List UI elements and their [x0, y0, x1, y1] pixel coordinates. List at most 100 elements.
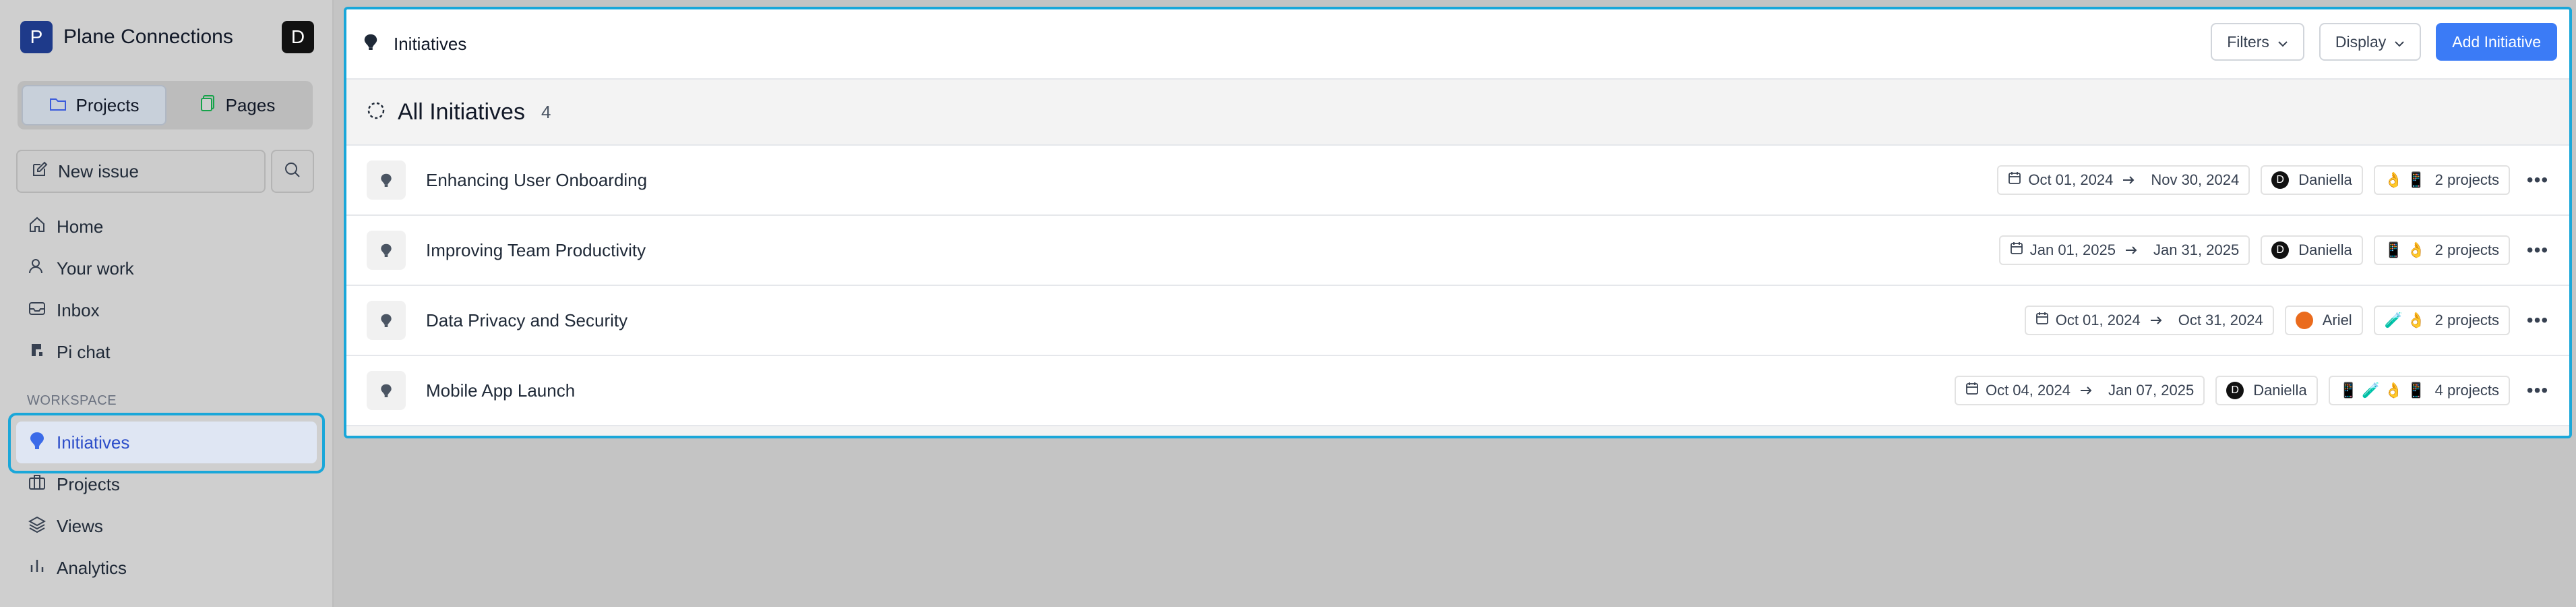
sidebar-item-views[interactable]: Views: [16, 505, 317, 547]
more-options-icon[interactable]: •••: [2521, 376, 2554, 405]
project-emojis: 📱 🧪 👌 📱: [2339, 382, 2426, 399]
more-options-icon[interactable]: •••: [2521, 235, 2554, 265]
search-button[interactable]: [271, 150, 314, 193]
folder-icon: [49, 95, 76, 116]
sidebar-item-label: Your work: [57, 258, 134, 279]
display-label: Display: [2335, 32, 2387, 51]
page-title: Initiatives: [394, 33, 467, 54]
end-date: Oct 31, 2024: [2178, 312, 2263, 328]
start-date: Oct 01, 2024: [2028, 171, 2114, 188]
row-properties: Oct 01, 2024 Nov 30, 2024 D Daniella 👌 📱…: [1997, 165, 2554, 195]
page-header: Initiatives Filters Display Add Initiati…: [346, 9, 2569, 80]
sidebar-item-label: Initiatives: [57, 432, 130, 453]
inbox-icon: [28, 299, 57, 322]
sidebar-item-pi-chat[interactable]: Pi chat: [16, 331, 317, 373]
chart-icon: [28, 557, 57, 579]
initiative-row[interactable]: Improving Team Productivity Jan 01, 2025…: [346, 216, 2569, 286]
avatar: D: [2271, 241, 2290, 259]
display-button[interactable]: Display: [2319, 23, 2422, 61]
tab-projects-label: Projects: [75, 94, 140, 115]
start-date: Jan 01, 2025: [2029, 241, 2116, 258]
project-emojis: 🧪 👌: [2384, 312, 2426, 328]
workspace-header[interactable]: P Plane Connections D: [20, 20, 314, 54]
sidebar-item-label: Analytics: [57, 557, 127, 578]
more-options-icon[interactable]: •••: [2521, 306, 2554, 335]
initiative-icon: [367, 161, 406, 200]
add-initiative-button[interactable]: Add Initiative: [2436, 23, 2557, 61]
breadcrumb: Initiatives: [363, 32, 466, 56]
start-date: Oct 04, 2024: [1985, 382, 2071, 399]
date-range[interactable]: Oct 01, 2024 Nov 30, 2024: [1997, 165, 2250, 195]
header-actions: Filters Display Add Initiative: [2211, 23, 2557, 61]
user-avatar[interactable]: D: [282, 21, 314, 53]
dashed-circle-icon: [367, 101, 386, 123]
initiative-icon: [367, 301, 406, 340]
lead-chip[interactable]: D Daniella: [2261, 235, 2363, 265]
date-range[interactable]: Oct 01, 2024 Oct 31, 2024: [2024, 306, 2274, 335]
filters-button[interactable]: Filters: [2211, 23, 2304, 61]
arrow-right-icon: [2122, 171, 2141, 189]
sidebar-item-initiatives[interactable]: Initiatives: [16, 422, 317, 463]
lead-chip[interactable]: Ariel: [2284, 306, 2363, 335]
date-range[interactable]: Jan 01, 2025 Jan 31, 2025: [1998, 235, 2250, 265]
projects-chip[interactable]: 👌 📱 2 projects: [2373, 165, 2510, 195]
initiative-name[interactable]: Improving Team Productivity: [426, 240, 646, 261]
lead-name: Ariel: [2322, 312, 2352, 328]
pages-icon: [200, 94, 226, 117]
workspace-logo: P: [20, 21, 53, 53]
group-count: 4: [541, 101, 551, 122]
sidebar-item-your-work[interactable]: Your work: [16, 248, 317, 289]
initiative-row[interactable]: Mobile App Launch Oct 04, 2024 Jan 07, 2…: [346, 356, 2569, 426]
sidebar-item-home[interactable]: Home: [16, 206, 317, 248]
search-icon: [284, 161, 301, 182]
date-range[interactable]: Oct 04, 2024 Jan 07, 2025: [1954, 376, 2205, 405]
primary-nav: Home Your work Inbox Pi chat: [16, 206, 317, 373]
edit-icon: [31, 161, 58, 183]
sidebar-item-inbox[interactable]: Inbox: [16, 289, 317, 331]
more-options-icon[interactable]: •••: [2521, 165, 2554, 195]
projects-chip[interactable]: 🧪 👌 2 projects: [2373, 306, 2510, 335]
workspace-section-label: WORKSPACE: [27, 393, 117, 408]
sidebar-item-label: Views: [57, 515, 103, 536]
sidebar: P Plane Connections D Projects Pages New…: [0, 0, 334, 607]
lead-name: Daniella: [2298, 241, 2352, 258]
calendar-icon: [2010, 241, 2030, 259]
user-icon: [28, 258, 57, 280]
workspace-name[interactable]: Plane Connections: [63, 26, 282, 49]
arrow-right-icon: [2125, 241, 2144, 259]
projects-chip[interactable]: 📱 🧪 👌 📱 4 projects: [2328, 376, 2510, 405]
group-title: All Initiatives: [398, 98, 525, 125]
projects-count: 2 projects: [2434, 241, 2499, 258]
lead-chip[interactable]: D Daniella: [2215, 376, 2318, 405]
lead-chip[interactable]: D Daniella: [2261, 165, 2363, 195]
initiative-row[interactable]: Enhancing User Onboarding Oct 01, 2024 N…: [346, 146, 2569, 216]
new-issue-button[interactable]: New issue: [16, 150, 266, 193]
new-issue-label: New issue: [58, 161, 139, 181]
initiative-name[interactable]: Enhancing User Onboarding: [426, 170, 647, 191]
sidebar-item-label: Inbox: [57, 299, 100, 320]
filters-label: Filters: [2227, 32, 2269, 51]
tab-pages[interactable]: Pages: [166, 85, 309, 125]
sidebar-tabs: Projects Pages: [18, 81, 313, 129]
chevron-down-icon: [2269, 33, 2288, 51]
initiative-icon: [367, 231, 406, 270]
sidebar-item-analytics[interactable]: Analytics: [16, 547, 317, 589]
main-panel: Initiatives Filters Display Add Initiati…: [344, 7, 2572, 438]
calendar-icon: [2035, 312, 2056, 329]
initiative-icon: [363, 32, 394, 56]
workspace-nav: Initiatives Projects Views Analytics: [16, 422, 317, 589]
projects-count: 2 projects: [2434, 312, 2499, 328]
chevron-down-icon: [2386, 33, 2405, 51]
sidebar-item-label: Home: [57, 216, 104, 237]
row-properties: Oct 04, 2024 Jan 07, 2025 D Daniella 📱 🧪…: [1954, 376, 2554, 405]
initiative-name[interactable]: Mobile App Launch: [426, 380, 575, 401]
initiative-row[interactable]: Data Privacy and Security Oct 01, 2024 O…: [346, 286, 2569, 356]
avatar: [2295, 312, 2313, 329]
projects-chip[interactable]: 📱 👌 2 projects: [2373, 235, 2510, 265]
tab-pages-label: Pages: [225, 94, 276, 115]
initiative-name[interactable]: Data Privacy and Security: [426, 310, 627, 331]
tab-projects[interactable]: Projects: [22, 85, 166, 125]
layers-icon: [28, 515, 57, 538]
group-header[interactable]: All Initiatives 4: [346, 80, 2569, 146]
sidebar-item-projects[interactable]: Projects: [16, 463, 317, 505]
